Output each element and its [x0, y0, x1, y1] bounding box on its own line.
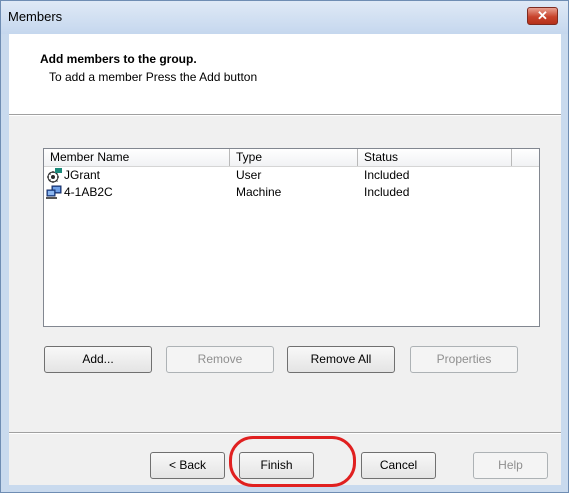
close-button[interactable]: ✕ — [527, 7, 558, 25]
header-title: Add members to the group. — [40, 52, 197, 66]
header-divider — [9, 114, 561, 116]
machine-icon — [46, 185, 62, 199]
members-list[interactable]: Member Name Type Status JGrant User Incl… — [43, 148, 540, 327]
member-type: Machine — [236, 185, 282, 199]
column-header-status[interactable]: Status — [358, 149, 512, 166]
member-name: 4-1AB2C — [64, 185, 113, 199]
title-bar[interactable]: Members ✕ — [1, 1, 568, 34]
member-type: User — [236, 168, 262, 182]
column-header-filler — [512, 149, 539, 166]
help-button[interactable]: Help — [473, 452, 548, 479]
cancel-button[interactable]: Cancel — [361, 452, 436, 479]
member-name: JGrant — [64, 168, 101, 182]
window-title: Members — [8, 9, 63, 24]
user-icon — [47, 168, 62, 183]
finish-highlight-annotation — [229, 436, 356, 487]
remove-all-button[interactable]: Remove All — [287, 346, 395, 373]
member-status: Included — [364, 185, 410, 199]
footer-divider — [9, 432, 561, 434]
close-icon: ✕ — [537, 8, 548, 23]
header-subtitle: To add a member Press the Add button — [49, 70, 258, 84]
add-button[interactable]: Add... — [44, 346, 152, 373]
member-status: Included — [364, 168, 410, 182]
column-header-member-name[interactable]: Member Name — [44, 149, 230, 166]
members-dialog: Members ✕ Add members to the group. To a… — [0, 0, 569, 493]
dialog-body: Add members to the group. To add a membe… — [9, 34, 561, 485]
properties-button[interactable]: Properties — [410, 346, 518, 373]
remove-button[interactable]: Remove — [166, 346, 274, 373]
list-item[interactable]: 4-1AB2C Machine Included — [44, 184, 539, 201]
list-header: Member Name Type Status — [44, 149, 539, 167]
list-item[interactable]: JGrant User Included — [44, 167, 539, 184]
column-header-type[interactable]: Type — [230, 149, 358, 166]
back-button[interactable]: < Back — [150, 452, 225, 479]
wizard-header: Add members to the group. To add a membe… — [9, 34, 561, 114]
